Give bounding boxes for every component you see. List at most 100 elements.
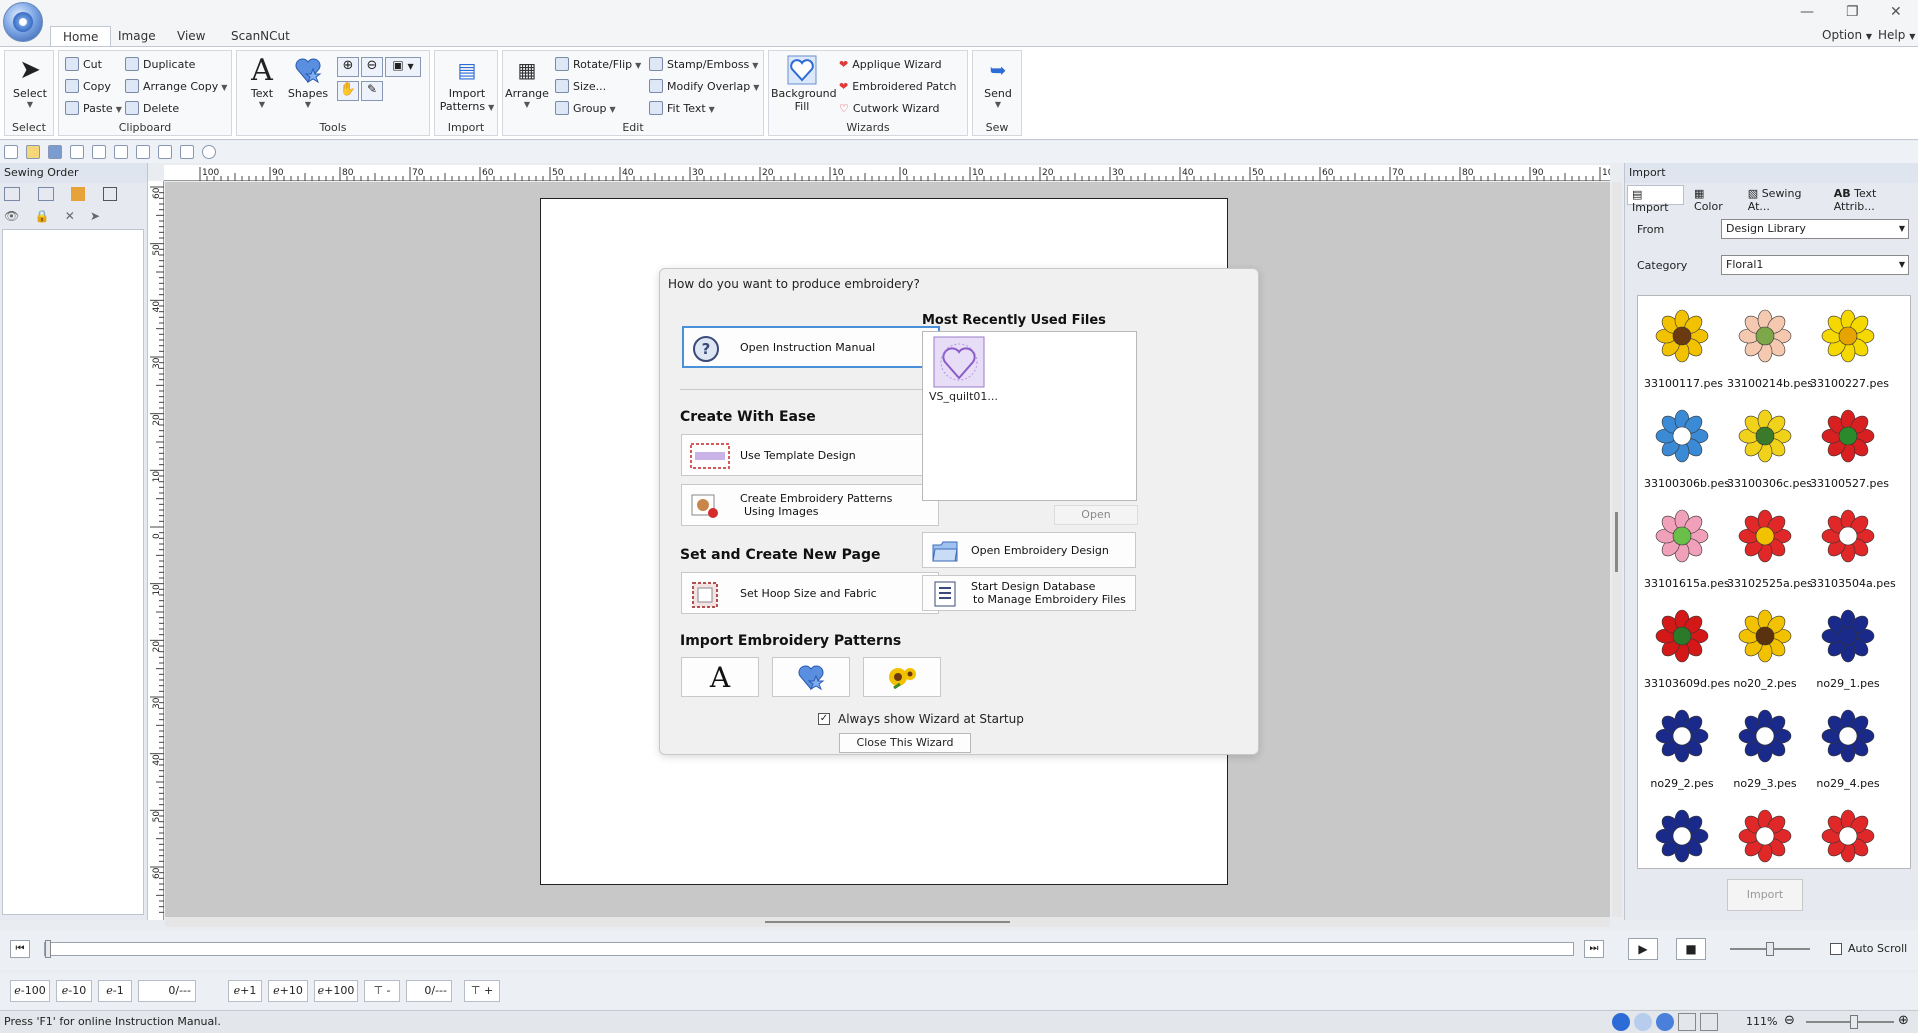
use-template-design-button[interactable]: Use Template Design bbox=[681, 434, 939, 476]
vertical-scrollbar[interactable] bbox=[1612, 182, 1622, 917]
go-to-start-icon[interactable]: ⏮ bbox=[10, 940, 30, 958]
frame-icon[interactable] bbox=[102, 187, 117, 201]
start-design-database-button[interactable]: Start Design Database to Manage Embroide… bbox=[922, 575, 1136, 611]
auto-scroll-checkbox[interactable] bbox=[1830, 942, 1842, 955]
stitch-slider[interactable] bbox=[44, 940, 1574, 958]
zoom-out-icon[interactable]: ⊖ bbox=[1784, 1013, 1795, 1028]
design-thumbnail[interactable]: no29_3.pes bbox=[1727, 700, 1803, 800]
design-thumbnail[interactable]: no29_4.pes bbox=[1810, 700, 1886, 800]
tab-image[interactable]: Image bbox=[106, 26, 168, 46]
realistic-view-icon[interactable] bbox=[1656, 1013, 1674, 1031]
design-thumbnail-grid[interactable]: 33100117.pes 33100214b.pes 33100227.pes 331… bbox=[1637, 295, 1911, 869]
speed-slider-thumb[interactable] bbox=[1766, 942, 1774, 956]
step-back-1-button[interactable]: ℯ-1 bbox=[98, 980, 132, 1002]
app-menu-button[interactable] bbox=[3, 2, 43, 42]
create-from-images-button[interactable]: Create Embroidery Patterns Using Images bbox=[681, 484, 939, 526]
step-forward-1-button[interactable]: ℯ+1 bbox=[228, 980, 262, 1002]
design-thumbnail[interactable]: 33100306c.pes bbox=[1727, 400, 1812, 500]
delete-button[interactable]: Delete bbox=[125, 100, 179, 118]
import-shape-pattern-button[interactable] bbox=[772, 657, 850, 697]
step-forward-10-button[interactable]: ℯ+10 bbox=[268, 980, 308, 1002]
applique-wizard-button[interactable]: ❤ Applique Wizard bbox=[839, 56, 942, 74]
close-icon[interactable]: ✕ bbox=[1890, 4, 1902, 20]
design-thumbnail[interactable]: 33103504a.pes bbox=[1810, 500, 1896, 600]
zoom-fit-icon[interactable]: ▣ ▼ bbox=[385, 57, 421, 77]
new-file-icon[interactable] bbox=[4, 145, 18, 159]
tab-sewing-attributes[interactable]: ▧ Sewing At... bbox=[1744, 185, 1826, 213]
design-thumbnail[interactable]: 33100227.pes bbox=[1810, 300, 1889, 400]
step-back-100-button[interactable]: ℯ-100 bbox=[10, 980, 50, 1002]
sort-icon[interactable] bbox=[37, 187, 54, 201]
design-thumbnail[interactable]: 33100214b.pes bbox=[1727, 300, 1813, 400]
lock-icon[interactable]: 🔒 bbox=[35, 209, 50, 223]
vertical-scroll-thumb[interactable] bbox=[1615, 512, 1618, 572]
design-thumbnail[interactable]: 33102525a.pes bbox=[1727, 500, 1813, 600]
design-thumbnail[interactable]: 33103609d.pes bbox=[1644, 600, 1730, 700]
background-fill-button[interactable]: Background Fill bbox=[771, 55, 837, 113]
send-button[interactable]: ➥ Send ▼ bbox=[975, 55, 1021, 109]
text-tool-button[interactable]: A Text ▼ bbox=[241, 53, 283, 110]
eye-icon[interactable]: 👁 bbox=[4, 209, 19, 223]
design-thumbnail[interactable]: no20_2.pes bbox=[1727, 600, 1803, 700]
design-thumbnail[interactable]: no29_1.pes bbox=[1810, 600, 1886, 700]
design-thumbnail[interactable]: no29_2.pes bbox=[1644, 700, 1720, 800]
design-thumbnail[interactable] bbox=[1810, 800, 1886, 868]
stitch-position-field[interactable]: 0/--- bbox=[138, 980, 196, 1002]
paste-button[interactable]: Paste ▼ bbox=[65, 100, 122, 118]
color-forward-button[interactable]: ⊤ + bbox=[464, 980, 500, 1002]
group-button[interactable]: Group ▼ bbox=[555, 100, 616, 118]
speed-slider[interactable] bbox=[1730, 942, 1810, 956]
open-instruction-manual-button[interactable]: ? Open Instruction Manual bbox=[682, 326, 940, 368]
design-thumbnail[interactable]: 33100306b.pes bbox=[1644, 400, 1730, 500]
fit-text-button[interactable]: Fit Text ▼ bbox=[649, 100, 715, 118]
open-recent-button[interactable]: Open bbox=[1054, 505, 1138, 525]
cutwork-wizard-button[interactable]: ♡ Cutwork Wizard bbox=[839, 100, 939, 118]
tab-home[interactable]: Home bbox=[50, 26, 112, 46]
close-wizard-button[interactable]: Close This Wizard bbox=[839, 733, 971, 753]
pointer-icon[interactable]: ➤ bbox=[90, 209, 100, 223]
tab-view[interactable]: View bbox=[165, 26, 217, 46]
option-menu[interactable]: Option ▼ bbox=[1822, 28, 1872, 42]
design-thumbnail[interactable] bbox=[1644, 800, 1720, 868]
category-dropdown[interactable]: Floral1 ▼ bbox=[1721, 255, 1909, 275]
recent-files-list[interactable]: VS_quilt01... bbox=[922, 331, 1137, 501]
color-order-icon[interactable] bbox=[71, 187, 85, 201]
design-thumbnail[interactable]: 33100527.pes bbox=[1810, 400, 1889, 500]
tab-color[interactable]: ▦ Color bbox=[1690, 185, 1738, 213]
cut-button[interactable]: Cut bbox=[65, 56, 102, 74]
redo-icon[interactable] bbox=[114, 145, 128, 159]
step-back-10-button[interactable]: ℯ-10 bbox=[56, 980, 92, 1002]
play-icon[interactable]: ▶ bbox=[1628, 938, 1658, 960]
color-back-button[interactable]: ⊤ - bbox=[364, 980, 400, 1002]
select-button[interactable]: ➤ Select ▼ bbox=[9, 55, 51, 109]
design-property-icon[interactable] bbox=[180, 145, 194, 159]
go-to-end-icon[interactable]: ⏭ bbox=[1584, 940, 1604, 958]
save-icon[interactable] bbox=[48, 145, 62, 159]
zoom-out-icon[interactable]: ⊖ bbox=[361, 57, 383, 77]
import-patterns-button[interactable]: ▤ Import Patterns ▼ bbox=[437, 55, 497, 113]
stitch-view-icon[interactable] bbox=[1634, 1013, 1652, 1031]
zoom-in-icon[interactable]: ⊕ bbox=[337, 57, 359, 77]
step-forward-100-button[interactable]: ℯ+100 bbox=[314, 980, 358, 1002]
color-position-field[interactable]: 0/--- bbox=[406, 980, 452, 1002]
sewing-order-list[interactable] bbox=[2, 229, 144, 915]
preview-icon[interactable] bbox=[136, 145, 150, 159]
always-show-checkbox[interactable]: ✓ bbox=[818, 713, 830, 725]
copy-button[interactable]: Copy bbox=[65, 78, 111, 96]
tab-scanncut[interactable]: ScanNCut bbox=[219, 26, 302, 46]
design-thumbnail[interactable]: 33100117.pes bbox=[1644, 300, 1723, 400]
page-icon[interactable] bbox=[1700, 1013, 1718, 1031]
stamp-emboss-button[interactable]: Stamp/Emboss ▼ bbox=[649, 56, 758, 74]
set-hoop-size-button[interactable]: Set Hoop Size and Fabric bbox=[681, 572, 939, 614]
tab-text-attributes[interactable]: AB Text Attrib... bbox=[1832, 185, 1917, 213]
arrange-copy-button[interactable]: Arrange Copy ▼ bbox=[125, 78, 227, 96]
undo-icon[interactable] bbox=[92, 145, 106, 159]
arrange-button[interactable]: ▦ Arrange ▼ bbox=[505, 55, 549, 109]
design-thumbnail[interactable] bbox=[1727, 800, 1803, 868]
zoom-in-icon[interactable]: ⊕ bbox=[1898, 1013, 1909, 1028]
modify-overlap-button[interactable]: Modify Overlap ▼ bbox=[649, 78, 759, 96]
open-embroidery-design-button[interactable]: Open Embroidery Design bbox=[922, 532, 1136, 568]
import-design-pattern-button[interactable] bbox=[863, 657, 941, 697]
zoom-icon[interactable] bbox=[70, 145, 84, 159]
import-design-button[interactable]: Import bbox=[1727, 879, 1803, 911]
